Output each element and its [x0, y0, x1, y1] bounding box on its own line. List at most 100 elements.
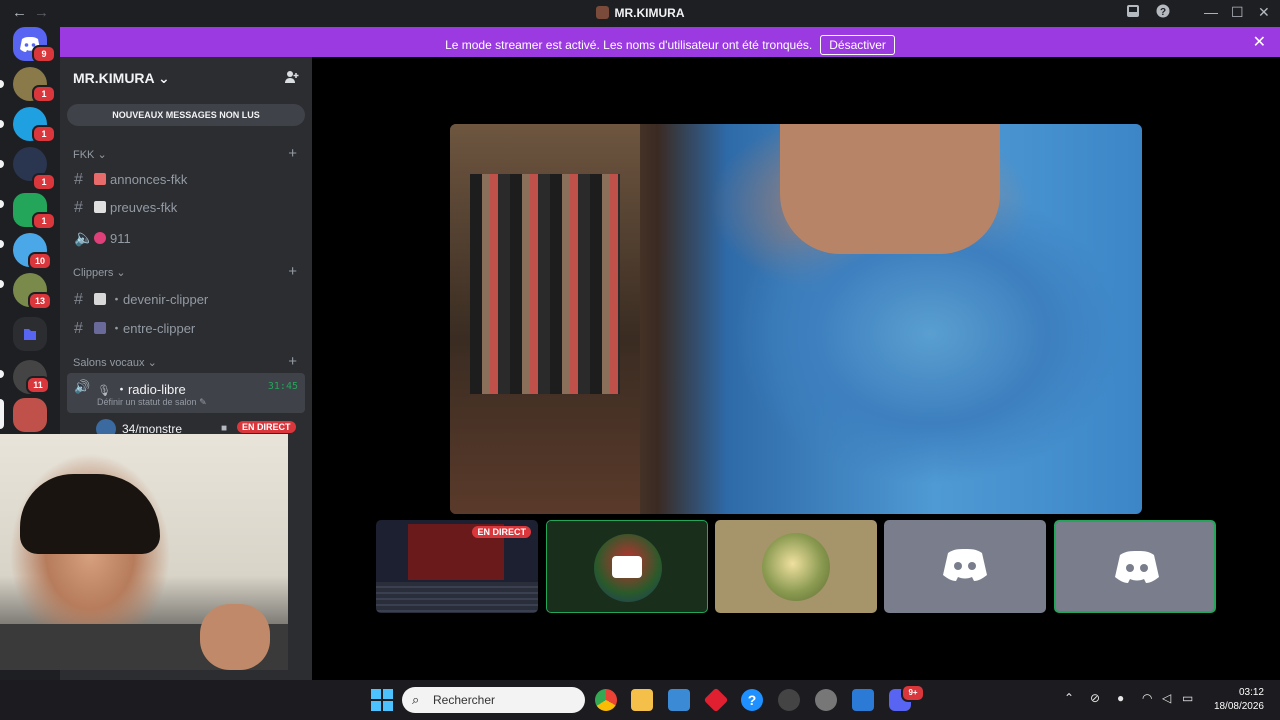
microphone-icon[interactable]: ●: [1117, 691, 1124, 705]
video-camera-icon: ■: [221, 423, 228, 434]
mention-badge: 11: [26, 376, 50, 394]
chevron-down-icon: ⌄: [158, 70, 170, 86]
server-folder-icon[interactable]: [13, 317, 47, 351]
store-icon[interactable]: [668, 689, 690, 711]
search-icon: ⌕: [412, 692, 420, 707]
voice-channel-radio-libre[interactable]: 🔊 🎙 ・radio-libre 31:45 Définir un statut …: [67, 373, 305, 413]
category-salons-vocaux[interactable]: Salons vocaux ⌄: [73, 356, 157, 369]
channel-label: preuves-fkk: [110, 200, 178, 215]
help-app-icon[interactable]: ?: [741, 689, 763, 711]
battery-icon[interactable]: ▭: [1182, 691, 1193, 705]
channel-annonces-fkk[interactable]: # annonces-fkk: [74, 171, 187, 189]
avatar: [762, 533, 830, 601]
voice-timer: 31:45: [267, 381, 298, 392]
mention-badge: 9: [32, 45, 56, 63]
mention-badge: 1: [32, 212, 56, 230]
close-window-icon[interactable]: ✕: [1258, 4, 1270, 21]
memo-emoji-icon: [94, 293, 106, 305]
unread-pill: [0, 240, 4, 248]
clock-date: 18/08/2026: [1213, 701, 1264, 712]
channel-entre-clipper[interactable]: # ・entre-clipper: [74, 318, 195, 338]
help-icon[interactable]: ?: [1156, 4, 1170, 21]
wifi-icon[interactable]: ◠: [1142, 691, 1152, 705]
category-label: Salons vocaux: [73, 357, 145, 369]
lips-emoji-icon: [94, 232, 106, 244]
stream-preview-panels: [376, 582, 538, 613]
webcam-overlay: [0, 434, 288, 670]
hand-image: [200, 604, 270, 670]
people-emoji-icon: [94, 322, 106, 334]
video-tile-speaking-user[interactable]: [1054, 520, 1216, 613]
mention-badge: 1: [32, 173, 56, 191]
video-tile-user[interactable]: [884, 520, 1046, 613]
inbox-icon[interactable]: [1126, 4, 1140, 21]
discord-logo-icon: [1115, 551, 1159, 583]
svg-text:?: ?: [1160, 7, 1166, 18]
stream-tile-screen-share[interactable]: EN DIRECT: [376, 520, 538, 613]
channel-label: 911: [110, 231, 131, 246]
mention-badge: 1: [32, 125, 56, 143]
window-title-text: MR.KIMURA: [614, 6, 685, 20]
unread-pill: [0, 280, 4, 288]
mention-badge: 1: [32, 85, 56, 103]
video-stage: EN DIRECT: [313, 57, 1280, 680]
add-channel-icon[interactable]: +: [288, 145, 297, 162]
chrome-icon[interactable]: [595, 689, 617, 711]
app-diamond-icon[interactable]: [703, 687, 729, 713]
speaker-icon: 🔈: [74, 230, 94, 247]
category-clippers[interactable]: Clippers ⌄: [73, 266, 126, 279]
banner-text: Le mode streamer est activé. Les noms d'…: [445, 38, 813, 52]
close-banner-icon[interactable]: ✕: [1253, 32, 1266, 52]
server-icon: [595, 6, 609, 19]
clock-time: 03:12: [1238, 687, 1264, 698]
search-placeholder: Rechercher: [433, 693, 496, 707]
add-channel-icon[interactable]: +: [288, 353, 297, 370]
text-channel-icon: #: [74, 199, 83, 216]
clipboard-emoji-icon: [94, 201, 106, 213]
unread-pill: [0, 80, 4, 88]
chevron-up-icon[interactable]: ⌃: [1064, 691, 1074, 705]
settings-gear-icon[interactable]: [815, 689, 837, 711]
text-channel-icon: #: [74, 291, 83, 308]
app-blue-icon[interactable]: [852, 689, 874, 711]
text-channel-icon: #: [74, 171, 83, 188]
title-bar: ← → MR.KIMURA ? — ☐ ✕: [0, 0, 1280, 27]
discord-notification-badge: 9+: [901, 684, 925, 702]
taskbar: ⌕ Rechercher ? 9+ ⌃ ⊘ ● ◠ ◁ ▭ 03:12 18/0…: [0, 680, 1280, 720]
mention-badge: 10: [28, 252, 52, 270]
server-name: MR.KIMURA: [73, 70, 155, 86]
system-clock[interactable]: 03:12 18/08/2026: [1214, 686, 1264, 714]
window-title: MR.KIMURA: [0, 6, 1280, 20]
notifications-muted-icon[interactable]: ⊘: [1090, 691, 1100, 705]
channel-label: ・devenir-clipper: [110, 292, 209, 307]
channel-preuves-fkk[interactable]: # preuves-fkk: [74, 199, 177, 217]
windows-start-icon[interactable]: [371, 689, 393, 716]
channel-devenir-clipper[interactable]: # ・devenir-clipper: [74, 289, 208, 309]
taskbar-search[interactable]: ⌕ Rechercher: [402, 687, 585, 713]
volume-icon[interactable]: ◁: [1162, 691, 1171, 705]
maximize-icon[interactable]: ☐: [1231, 4, 1244, 21]
invite-people-icon[interactable]: [284, 69, 300, 89]
streamer-mode-banner: Le mode streamer est activé. Les noms d'…: [60, 27, 1280, 57]
disable-streamer-button[interactable]: Désactiver: [820, 35, 895, 55]
server-icon-kimura[interactable]: [13, 398, 47, 432]
mention-badge: 13: [28, 292, 52, 310]
category-fkk[interactable]: FKK ⌄: [73, 148, 107, 161]
channel-label: annonces-fkk: [110, 172, 188, 187]
minimize-icon[interactable]: —: [1204, 4, 1218, 20]
add-channel-icon[interactable]: +: [288, 263, 297, 280]
file-explorer-icon[interactable]: [631, 689, 653, 711]
channel-label: ・entre-clipper: [110, 321, 196, 336]
app-circle-icon[interactable]: [778, 689, 800, 711]
video-tile-camera-off[interactable]: [546, 520, 708, 613]
unread-pill: [0, 120, 4, 128]
set-channel-status-link[interactable]: Définir un statut de salon ✎: [97, 397, 207, 408]
unread-pill: [0, 370, 4, 378]
unread-pill: [0, 200, 4, 208]
server-name-header[interactable]: MR.KIMURA ⌄: [73, 70, 170, 87]
category-label: FKK: [73, 149, 95, 161]
channel-911[interactable]: 🔈 911: [74, 228, 131, 248]
video-tile-user[interactable]: [715, 520, 877, 613]
new-unread-messages-button[interactable]: NOUVEAUX MESSAGES NON LUS: [67, 104, 305, 126]
focused-video-stream[interactable]: [450, 124, 1142, 514]
